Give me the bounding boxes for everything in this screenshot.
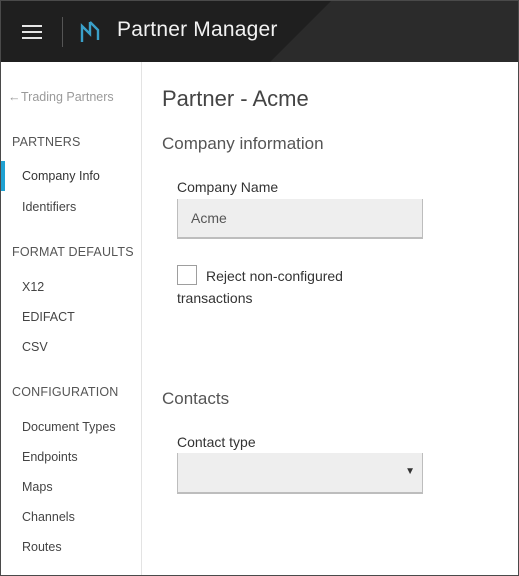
app-header: Partner Manager bbox=[1, 1, 518, 62]
hamburger-menu-icon[interactable] bbox=[22, 23, 42, 40]
page-title: Partner - Acme bbox=[162, 86, 309, 111]
sidebar-item-routes[interactable]: Routes bbox=[22, 540, 62, 554]
section-heading-partners: PARTNERS bbox=[12, 135, 81, 149]
partner-manager-logo-icon bbox=[80, 21, 100, 42]
header-decoration bbox=[270, 1, 518, 62]
sidebar-item-identifiers[interactable]: Identifiers bbox=[22, 200, 76, 214]
sidebar-item-x12[interactable]: X12 bbox=[22, 280, 44, 294]
company-name-input[interactable] bbox=[177, 199, 423, 239]
contacts-heading: Contacts bbox=[162, 389, 230, 408]
company-name-label: Company Name bbox=[177, 179, 279, 195]
sidebar-item-endpoints[interactable]: Endpoints bbox=[22, 450, 78, 464]
sidebar-item-maps[interactable]: Maps bbox=[22, 480, 53, 494]
back-link-label: Trading Partners bbox=[21, 90, 114, 104]
sidebar-item-channels[interactable]: Channels bbox=[22, 510, 75, 524]
company-information-heading: Company information bbox=[162, 134, 324, 153]
sidebar-item-edifact[interactable]: EDIFACT bbox=[22, 310, 75, 324]
sidebar-item-company-info[interactable]: Company Info bbox=[22, 169, 100, 183]
back-arrow-icon: ← bbox=[8, 90, 21, 104]
active-nav-indicator bbox=[1, 161, 5, 191]
chevron-down-icon: ▼ bbox=[405, 466, 415, 477]
app-window: Partner Manager ←Trading Partners PARTNE… bbox=[0, 0, 519, 576]
contact-type-select[interactable]: ▼ bbox=[177, 453, 423, 494]
back-to-trading-partners-link[interactable]: ←Trading Partners bbox=[8, 90, 114, 104]
reject-non-configured-checkbox[interactable] bbox=[177, 265, 197, 285]
contact-type-label: Contact type bbox=[177, 434, 256, 450]
main-content: Partner - Acme Company information Compa… bbox=[142, 62, 518, 575]
reject-checkbox-label: Reject non-configured transactions bbox=[177, 268, 343, 306]
app-title: Partner Manager bbox=[117, 18, 278, 41]
header-divider bbox=[62, 17, 63, 47]
section-heading-format-defaults: FORMAT DEFAULTS bbox=[12, 245, 134, 259]
sidebar-item-csv[interactable]: CSV bbox=[22, 340, 48, 354]
section-heading-configuration: CONFIGURATION bbox=[12, 385, 119, 399]
sidebar: ←Trading Partners PARTNERS Company Info … bbox=[1, 62, 142, 575]
sidebar-item-document-types[interactable]: Document Types bbox=[22, 420, 116, 434]
